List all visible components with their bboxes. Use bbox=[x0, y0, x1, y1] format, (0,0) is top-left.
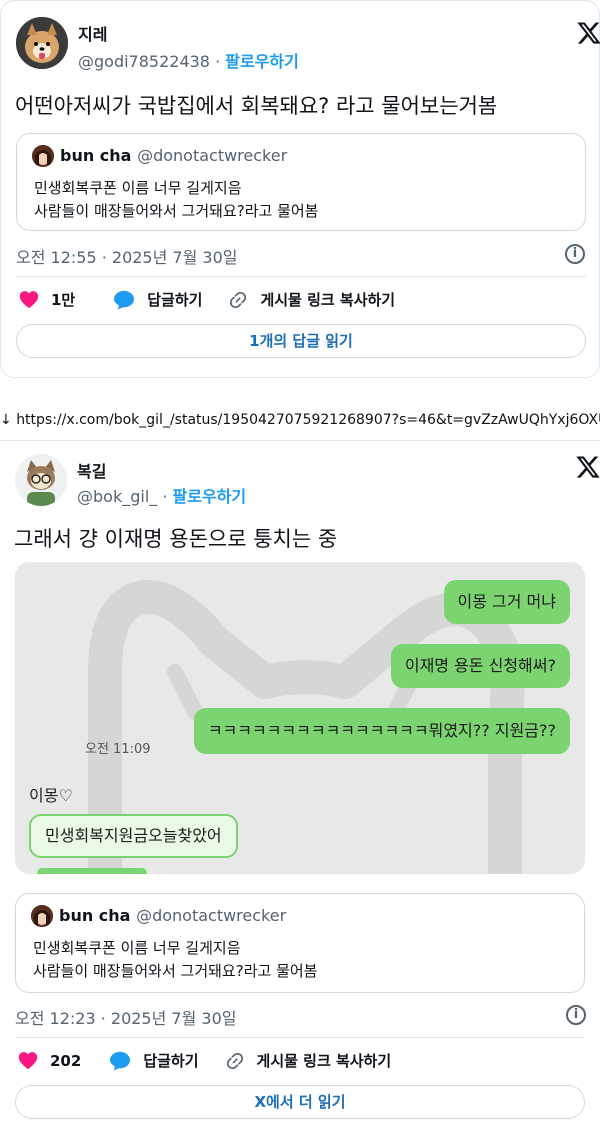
action-bar: 1만 답글하기 게시물 링크 복사하기 bbox=[19, 289, 421, 310]
copy-link-button[interactable]: 게시물 링크 복사하기 bbox=[225, 1050, 392, 1071]
quoted-tweet[interactable]: bun cha @donotactwrecker 민생회복쿠폰 이름 너무 길게… bbox=[16, 133, 586, 231]
quoted-name: bun cha bbox=[60, 146, 132, 165]
read-more-on-x-button[interactable]: X에서 더 읽기 bbox=[15, 1085, 585, 1119]
chat-time: 오전 11:09 bbox=[85, 742, 151, 757]
heart-icon bbox=[18, 1051, 38, 1070]
reply-button[interactable]: 답글하기 bbox=[109, 1050, 199, 1071]
tweet-text: 그래서 걍 이재명 용돈으로 퉁치는 중 bbox=[14, 527, 338, 551]
info-icon[interactable]: i bbox=[566, 1005, 586, 1025]
chat-message-sent-2: 이재명 용돈 신청해써? bbox=[390, 644, 570, 688]
separator: · bbox=[215, 52, 221, 71]
quoted-handle: @donotactwrecker bbox=[136, 906, 287, 925]
reply-bubble-icon bbox=[113, 290, 135, 310]
reply-label: 답글하기 bbox=[147, 291, 203, 309]
display-name[interactable]: 복길 bbox=[77, 458, 106, 482]
x-logo-icon[interactable] bbox=[576, 20, 600, 46]
quoted-text-line-1: 민생회복쿠폰 이름 너무 길게지음 bbox=[33, 939, 241, 957]
download-arrow-icon: ↓ bbox=[0, 412, 12, 428]
chat-message-sent-1: 이몽 그거 머냐 bbox=[443, 580, 570, 624]
timestamp[interactable]: 오전 12:23 · 2025년 7월 30일 bbox=[15, 1005, 236, 1029]
copy-link-label: 게시물 링크 복사하기 bbox=[260, 291, 396, 309]
divider bbox=[16, 276, 586, 277]
quoted-text-line-2: 사람들이 매장들어와서 그거돼요?라고 물어봄 bbox=[33, 962, 318, 980]
like-count: 1만 bbox=[51, 291, 76, 309]
action-bar: 202 답글하기 게시물 링크 복사하기 bbox=[18, 1050, 417, 1071]
quoted-author: bun cha @donotactwrecker bbox=[59, 906, 286, 925]
copy-link-button[interactable]: 게시물 링크 복사하기 bbox=[228, 289, 395, 310]
user-handle[interactable]: @bok_gil_ bbox=[77, 487, 157, 506]
handle-row: @godi78522438 · 팔로우하기 bbox=[78, 48, 299, 72]
reply-label: 답글하기 bbox=[143, 1052, 199, 1070]
copy-link-label: 게시물 링크 복사하기 bbox=[256, 1052, 392, 1070]
chat-message-received: 민생회복지원금오늘찾았어 bbox=[29, 814, 238, 858]
tweet-card-1: 지레 @godi78522438 · 팔로우하기 어떤아저씨가 국밥집에서 회복… bbox=[0, 0, 600, 378]
read-replies-button[interactable]: 1개의 답글 읽기 bbox=[16, 324, 586, 358]
like-button[interactable]: 202 bbox=[18, 1051, 81, 1070]
user-avatar[interactable] bbox=[15, 454, 67, 506]
like-button[interactable]: 1만 bbox=[19, 289, 75, 310]
chat-message-sent-3: ㅋㅋㅋㅋㅋㅋㅋㅋㅋㅋㅋㅋㅋㅋㅋ뭐였지?? 지원금?? bbox=[193, 708, 570, 754]
link-icon bbox=[225, 1051, 245, 1071]
user-handle[interactable]: @godi78522438 bbox=[78, 52, 210, 71]
like-count: 202 bbox=[50, 1051, 82, 1070]
quoted-tweet[interactable]: bun cha @donotactwrecker 민생회복쿠폰 이름 너무 길게… bbox=[15, 893, 585, 993]
info-icon[interactable]: i bbox=[565, 244, 585, 264]
follow-button[interactable]: 팔로우하기 bbox=[173, 487, 247, 506]
chat-screenshot-image[interactable]: 이몽 그거 머냐 이재명 용돈 신청해써? ㅋㅋㅋㅋㅋㅋㅋㅋㅋㅋㅋㅋㅋㅋㅋ뭐였지… bbox=[15, 562, 585, 874]
chat-next-bubble-edge bbox=[37, 868, 147, 874]
reply-bubble-icon bbox=[109, 1051, 131, 1071]
x-logo-icon[interactable] bbox=[575, 454, 600, 480]
user-avatar[interactable] bbox=[16, 17, 68, 69]
link-icon bbox=[228, 290, 248, 310]
reply-button[interactable]: 답글하기 bbox=[113, 289, 202, 310]
quoted-text-line-1: 민생회복쿠폰 이름 너무 길게지음 bbox=[34, 179, 242, 197]
display-name[interactable]: 지레 bbox=[78, 21, 107, 45]
timestamp[interactable]: 오전 12:55 · 2025년 7월 30일 bbox=[16, 244, 237, 268]
handle-row: @bok_gil_ · 팔로우하기 bbox=[77, 483, 246, 507]
url-bar[interactable]: ↓ https://x.com/bok_gil_/status/19504270… bbox=[0, 412, 600, 428]
chat-sender-name: 이몽♡ bbox=[29, 786, 73, 805]
quoted-author: bun cha @donotactwrecker bbox=[60, 146, 287, 165]
tweet-text: 어떤아저씨가 국밥집에서 회복돼요? 라고 물어보는거봄 bbox=[15, 94, 498, 118]
divider bbox=[15, 1037, 585, 1038]
quoted-text-line-2: 사람들이 매장들어와서 그거돼요?라고 물어봄 bbox=[34, 202, 319, 220]
quoted-avatar bbox=[32, 145, 54, 167]
url-text: https://x.com/bok_gil_/status/1950427075… bbox=[16, 412, 600, 428]
follow-button[interactable]: 팔로우하기 bbox=[225, 52, 299, 71]
separator: · bbox=[162, 487, 168, 506]
heart-icon bbox=[19, 290, 39, 309]
quoted-handle: @donotactwrecker bbox=[137, 146, 288, 165]
quoted-name: bun cha bbox=[59, 906, 131, 925]
quoted-avatar bbox=[31, 905, 53, 927]
